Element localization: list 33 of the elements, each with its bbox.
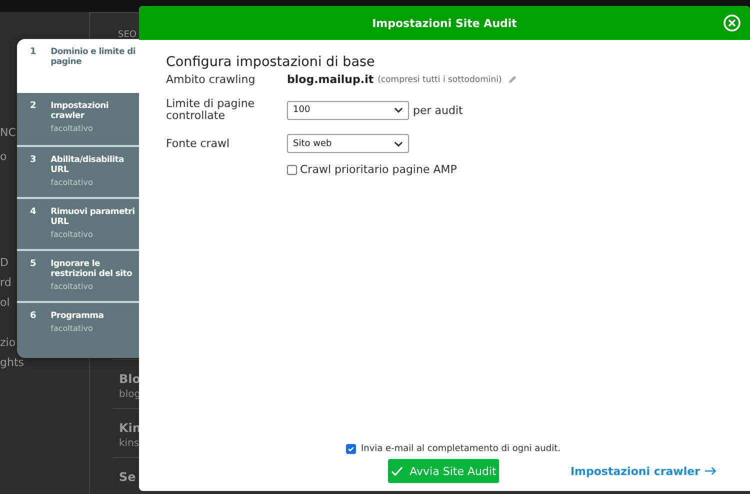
field-label: Ambito crawling (166, 74, 256, 86)
dialog-title: Impostazioni Site Audit (372, 16, 517, 30)
start-audit-button[interactable]: Avvia Site Audit (388, 459, 499, 483)
sidebar-item: ol (0, 296, 10, 310)
sidebar-item: rd (0, 276, 12, 290)
field-label: Fonte crawl (166, 138, 231, 150)
next-step-link[interactable]: Impostazioni crawler (570, 464, 717, 478)
checkbox[interactable] (287, 164, 297, 174)
check-icon (390, 466, 403, 476)
sidebar-item: o (0, 150, 7, 164)
arrow-icon (705, 466, 717, 476)
sidebar-item: NC (0, 126, 16, 140)
sidebar-item: D (0, 256, 8, 270)
checkbox[interactable] (346, 444, 356, 454)
project-domain: kins (119, 438, 140, 449)
checkbox-label: Invia e-mail al completamento di ogni audit. (361, 444, 560, 454)
sidebar-item: zio (0, 336, 16, 350)
project-title: Se (119, 470, 136, 484)
close-icon[interactable] (723, 14, 741, 32)
unit-label: per audit (413, 104, 463, 116)
domain-text: blog.mailup.it (287, 73, 374, 86)
sidebar-item: ghts (0, 356, 24, 370)
section-title: Configura impostazioni di base (166, 54, 376, 70)
domain-note: (compresi tutti i sottodomini) (378, 74, 502, 84)
chevron-icon (394, 140, 403, 146)
pencil-icon[interactable] (506, 74, 518, 85)
page-limit-dropdown[interactable]: 100 (287, 100, 409, 120)
field-label: Limite di pagine controllate (166, 98, 256, 122)
checkbox-label: Crawl prioritario pagine AMP (300, 163, 457, 176)
tab-label: SEO (118, 29, 136, 41)
project-title: Blo (119, 372, 141, 386)
chevron-icon (394, 107, 403, 113)
crawl-source-dropdown[interactable]: Sito web (287, 134, 409, 153)
